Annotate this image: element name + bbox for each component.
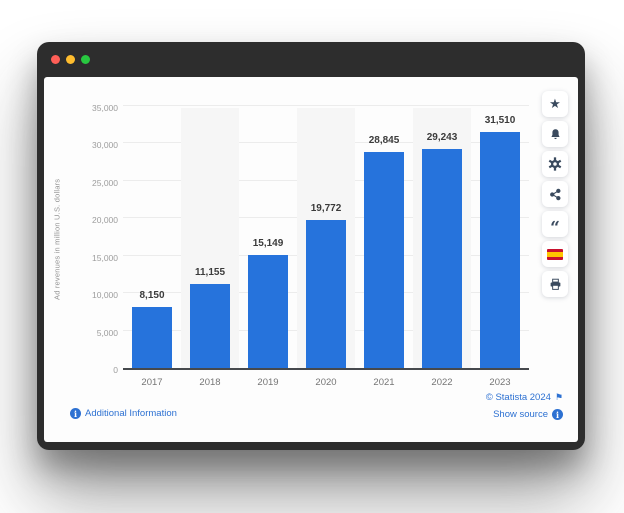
source-info-icon: i (552, 409, 563, 420)
x-tick-label: 2021 (373, 377, 395, 388)
close-window-button[interactable] (51, 55, 60, 64)
gear-icon (548, 157, 562, 171)
bar-column: 28,845 (355, 108, 413, 368)
share-button[interactable] (542, 181, 568, 207)
alert-button[interactable] (542, 121, 568, 147)
bar-2019[interactable] (248, 255, 288, 368)
citation-button[interactable]: “ (542, 211, 568, 237)
bar-value-label: 19,772 (310, 203, 342, 214)
y-tick-label: 35,000 (92, 103, 118, 113)
favorite-button[interactable]: ★ (542, 91, 568, 117)
y-tick-label: 30,000 (92, 140, 118, 151)
bar-value-label: 8,150 (139, 290, 165, 301)
bar-column: 29,243 (413, 108, 471, 368)
x-tick-label: 2020 (315, 377, 337, 388)
bar-column: 31,510 (471, 108, 529, 368)
copyright-label: © Statista 2024 (485, 392, 551, 403)
bar-value-label: 28,845 (368, 135, 400, 146)
zoom-window-button[interactable] (81, 55, 90, 64)
x-tick-label: 2022 (431, 377, 453, 388)
language-button[interactable] (542, 241, 568, 267)
bar-2022[interactable] (422, 149, 462, 368)
bar-value-label: 11,155 (194, 267, 226, 278)
y-tick-label: 5,000 (96, 327, 118, 338)
x-axis-labels: 2017 2018 2019 2020 2021 2022 2023 (123, 377, 529, 391)
bar-column: 8,150 (123, 108, 181, 368)
chart-card: Ad revenues in million U.S. dollars 0 5,0… (44, 77, 578, 442)
app-window: Ad revenues in million U.S. dollars 0 5,0… (37, 42, 585, 450)
x-tick-label: 2019 (257, 377, 279, 388)
bar-value-label: 29,243 (426, 132, 458, 143)
y-axis-ticks: 0 5,000 10,000 15,000 20,000 25,000 30,000 35,0… (70, 103, 118, 375)
show-source-link[interactable]: Show source i (493, 409, 563, 420)
bar-column: 19,772 (297, 108, 355, 368)
window-titlebar (37, 42, 585, 77)
bar-2018[interactable] (190, 284, 230, 368)
bar-column: 15,149 (239, 108, 297, 368)
y-tick-label: 0 (113, 365, 118, 375)
x-tick-label: 2017 (141, 377, 163, 388)
copyright-notice: © Statista 2024 ⚑ (486, 392, 563, 403)
x-tick-label: 2018 (199, 377, 221, 388)
report-flag-icon[interactable]: ⚑ (555, 393, 563, 403)
bell-icon (550, 128, 560, 139)
bar-value-label: 15,149 (252, 238, 284, 249)
bar-2020[interactable] (306, 220, 346, 368)
gridline (123, 105, 529, 106)
y-tick-label: 25,000 (92, 177, 118, 188)
settings-button[interactable] (542, 151, 568, 177)
share-icon (549, 188, 560, 200)
printer-icon (550, 278, 560, 290)
minimize-window-button[interactable] (66, 55, 75, 64)
bar-2023[interactable] (480, 132, 520, 368)
chart-toolbar: ★ “ (542, 91, 568, 301)
show-source-label: Show source (493, 409, 548, 420)
plot-area: 8,150 11,155 15,149 19,772 28,845 29,243 31,51… (123, 105, 529, 370)
y-tick-label: 20,000 (92, 215, 118, 226)
y-axis-title: Ad revenues in million U.S. dollars (52, 178, 62, 300)
quote-icon: “ (550, 217, 560, 238)
bar-value-label: 31,510 (484, 115, 516, 126)
star-icon: ★ (549, 96, 561, 112)
print-button[interactable] (542, 271, 568, 297)
info-icon: i (70, 408, 81, 419)
y-tick-label: 10,000 (92, 290, 118, 301)
bar-2021[interactable] (364, 152, 404, 368)
spain-flag-icon (547, 248, 563, 260)
additional-information-label: Additional Information (85, 408, 177, 419)
bar-2017[interactable] (132, 307, 172, 368)
x-tick-label: 2023 (489, 377, 511, 388)
additional-information-link[interactable]: i Additional Information (70, 408, 177, 419)
bar-column: 11,155 (181, 108, 239, 368)
y-tick-label: 15,000 (92, 252, 118, 263)
